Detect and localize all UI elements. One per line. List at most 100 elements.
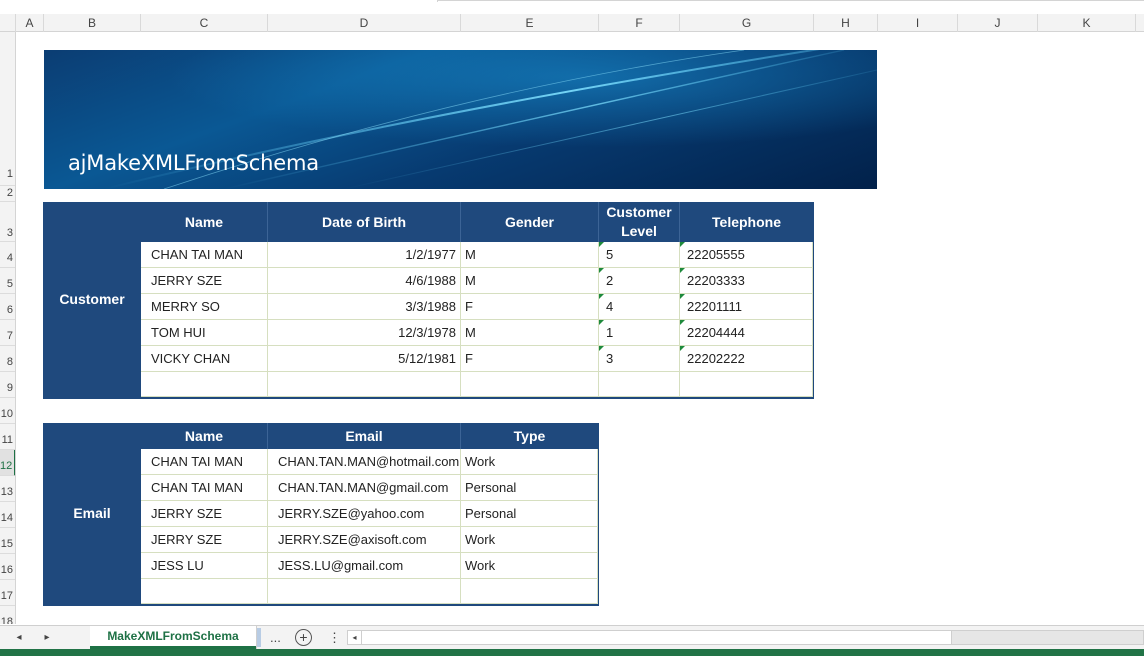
- table-cell-empty[interactable]: [461, 579, 598, 604]
- table-cell[interactable]: Personal: [461, 501, 598, 527]
- table-cell[interactable]: 12/3/1978: [268, 320, 461, 346]
- tab-split-handle[interactable]: [257, 628, 261, 647]
- row-header[interactable]: 16: [0, 554, 15, 580]
- table-cell[interactable]: JESS LU: [141, 553, 268, 579]
- table-cell-empty[interactable]: [268, 372, 461, 397]
- table-cell[interactable]: M: [461, 242, 599, 268]
- select-all-corner[interactable]: [0, 14, 16, 32]
- table-cell[interactable]: F: [461, 294, 599, 320]
- header-name[interactable]: Name: [141, 423, 268, 449]
- row-header[interactable]: 15: [0, 528, 15, 554]
- table-cell[interactable]: Work: [461, 449, 598, 475]
- row-header[interactable]: 7: [0, 320, 15, 346]
- table-cell[interactable]: CHAN TAI MAN: [141, 242, 268, 268]
- table-cell[interactable]: CHAN.TAN.MAN@hotmail.com: [268, 449, 461, 475]
- row-header[interactable]: 4: [0, 242, 15, 268]
- table-cell[interactable]: TOM HUI: [141, 320, 268, 346]
- table-cell[interactable]: Work: [461, 527, 598, 553]
- table-cell[interactable]: F: [461, 346, 599, 372]
- column-header-h[interactable]: H: [814, 14, 878, 32]
- table-cell-value: 4: [606, 299, 614, 314]
- header-name[interactable]: Name: [141, 202, 268, 242]
- row-header[interactable]: 11: [0, 424, 15, 450]
- table-cell[interactable]: JERRY SZE: [141, 268, 268, 294]
- column-header-d[interactable]: D: [268, 14, 461, 32]
- header-date-of-birth[interactable]: Date of Birth: [268, 202, 461, 242]
- table-cell-empty[interactable]: [680, 372, 813, 397]
- column-header-g[interactable]: G: [680, 14, 814, 32]
- table-cell[interactable]: JERRY.SZE@yahoo.com: [268, 501, 461, 527]
- horizontal-scrollbar[interactable]: ◂: [347, 630, 1144, 645]
- row-header[interactable]: 18: [0, 606, 15, 624]
- table-cell-empty[interactable]: [268, 579, 461, 604]
- add-sheet-icon[interactable]: +: [295, 629, 312, 646]
- row-header[interactable]: 6: [0, 294, 15, 320]
- row-header[interactable]: 17: [0, 580, 15, 606]
- row-header[interactable]: 13: [0, 476, 15, 502]
- row-header[interactable]: 3: [0, 202, 15, 242]
- column-header-i[interactable]: I: [878, 14, 958, 32]
- header-type[interactable]: Type: [461, 423, 598, 449]
- table-cell[interactable]: 2: [599, 268, 680, 294]
- sheet-tab-active[interactable]: MakeXMLFromSchema: [90, 626, 256, 649]
- table-cell[interactable]: JERRY.SZE@axisoft.com: [268, 527, 461, 553]
- column-header-f[interactable]: F: [599, 14, 680, 32]
- table-cell[interactable]: M: [461, 268, 599, 294]
- row-header-selected[interactable]: 12: [0, 450, 15, 476]
- table-cell[interactable]: 4/6/1988: [268, 268, 461, 294]
- tab-options-icon[interactable]: ⋮: [328, 628, 341, 647]
- table-cell-empty[interactable]: [141, 579, 268, 604]
- scrollbar-thumb[interactable]: [362, 631, 952, 644]
- table-cell[interactable]: Work: [461, 553, 598, 579]
- column-header-a[interactable]: A: [16, 14, 44, 32]
- table-cell[interactable]: JESS.LU@gmail.com: [268, 553, 461, 579]
- table-cell[interactable]: CHAN TAI MAN: [141, 449, 268, 475]
- table-cell[interactable]: 1/2/1977: [268, 242, 461, 268]
- email-table: Email Name Email Type CHAN TAI MAN CHAN.…: [43, 423, 599, 606]
- row-header[interactable]: 10: [0, 398, 15, 424]
- table-cell[interactable]: CHAN.TAN.MAN@gmail.com: [268, 475, 461, 501]
- status-bar: [0, 649, 1144, 656]
- row-header[interactable]: 2: [0, 186, 15, 202]
- table-cell-value: 3: [606, 351, 614, 366]
- row-header[interactable]: 9: [0, 372, 15, 398]
- previous-sheet-icon[interactable]: ◂: [12, 630, 26, 646]
- table-cell[interactable]: JERRY SZE: [141, 527, 268, 553]
- header-email[interactable]: Email: [268, 423, 461, 449]
- scroll-left-icon[interactable]: ◂: [348, 631, 362, 644]
- table-cell[interactable]: 22201111: [680, 294, 813, 320]
- row-header[interactable]: 1: [0, 32, 15, 186]
- table-cell-empty[interactable]: [141, 372, 268, 397]
- column-header-k[interactable]: K: [1038, 14, 1136, 32]
- header-telephone[interactable]: Telephone: [680, 202, 813, 242]
- header-customer-level[interactable]: Customer Level: [599, 202, 680, 242]
- row-header[interactable]: 5: [0, 268, 15, 294]
- table-cell[interactable]: 3/3/1988: [268, 294, 461, 320]
- table-cell[interactable]: 1: [599, 320, 680, 346]
- table-cell[interactable]: 22202222: [680, 346, 813, 372]
- table-cell[interactable]: 22203333: [680, 268, 813, 294]
- table-cell[interactable]: 3: [599, 346, 680, 372]
- table-cell[interactable]: 22205555: [680, 242, 813, 268]
- row-header[interactable]: 14: [0, 502, 15, 528]
- table-cell-empty[interactable]: [461, 372, 599, 397]
- table-cell-empty[interactable]: [599, 372, 680, 397]
- table-cell[interactable]: Personal: [461, 475, 598, 501]
- more-sheets-button[interactable]: ...: [270, 628, 281, 647]
- table-cell[interactable]: JERRY SZE: [141, 501, 268, 527]
- table-cell[interactable]: MERRY SO: [141, 294, 268, 320]
- table-cell[interactable]: VICKY CHAN: [141, 346, 268, 372]
- table-cell[interactable]: 4: [599, 294, 680, 320]
- header-gender[interactable]: Gender: [461, 202, 599, 242]
- table-cell[interactable]: M: [461, 320, 599, 346]
- column-header-j[interactable]: J: [958, 14, 1038, 32]
- table-cell[interactable]: 22204444: [680, 320, 813, 346]
- next-sheet-icon[interactable]: ▸: [40, 630, 54, 646]
- row-header[interactable]: 8: [0, 346, 15, 372]
- column-header-b[interactable]: B: [44, 14, 141, 32]
- column-header-e[interactable]: E: [461, 14, 599, 32]
- column-header-c[interactable]: C: [141, 14, 268, 32]
- table-cell[interactable]: 5: [599, 242, 680, 268]
- table-cell[interactable]: CHAN TAI MAN: [141, 475, 268, 501]
- table-cell[interactable]: 5/12/1981: [268, 346, 461, 372]
